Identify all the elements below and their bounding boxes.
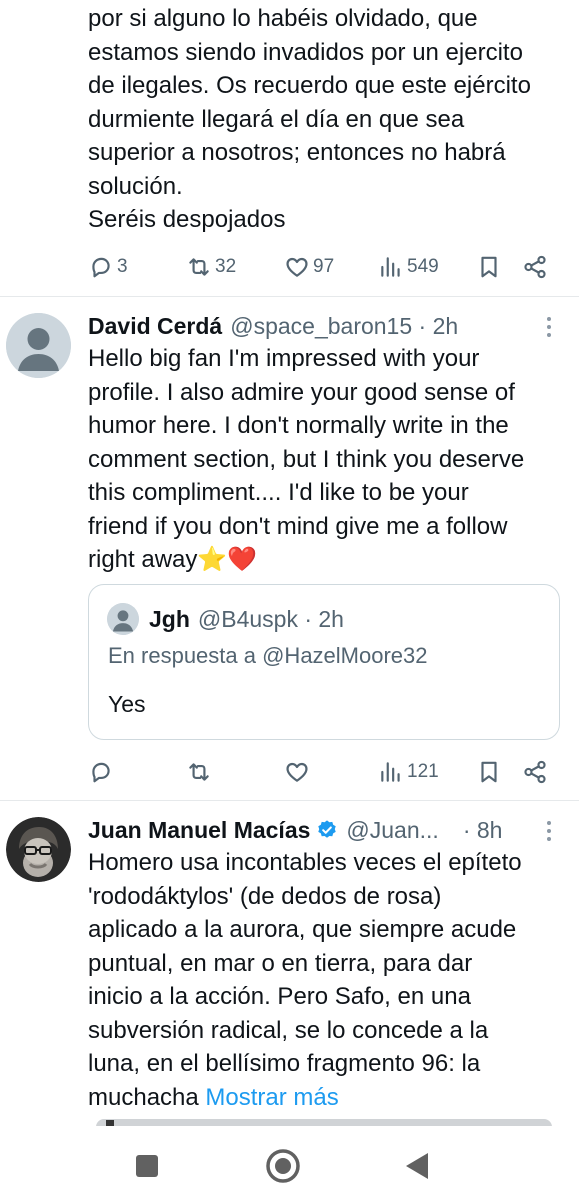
default-avatar-icon: [107, 603, 139, 635]
tweet-text: Hello big fan I'm impressed with your pr…: [88, 345, 525, 573]
reply-icon: [92, 762, 110, 783]
avatar[interactable]: [6, 313, 71, 378]
like-button[interactable]: 97: [284, 250, 334, 284]
tweet-header: Juan Manuel Macías @Juan... · 8h: [88, 815, 502, 845]
bookmark-button[interactable]: [476, 250, 502, 284]
like-icon: [286, 257, 308, 277]
views-icon: [381, 762, 400, 782]
bookmark-icon: [481, 256, 497, 278]
default-avatar-icon: [6, 313, 71, 378]
views-button[interactable]: 121: [378, 755, 439, 789]
system-navigation-bar: [0, 1126, 579, 1200]
quote-handle-and-time: @B4uspk · 2h: [197, 605, 344, 632]
tweet-2[interactable]: David Cerdá @space_baron15 · 2h Hello bi…: [0, 296, 579, 800]
views-count: 121: [407, 761, 439, 782]
back-triangle-icon[interactable]: [400, 1148, 436, 1184]
verified-badge-icon: [318, 820, 337, 838]
show-more-link[interactable]: Mostrar más: [205, 1084, 338, 1111]
tweet-text-content: Homero usa incontables veces el epíteto …: [88, 849, 522, 1111]
recents-square-icon[interactable]: [129, 1148, 165, 1184]
handle[interactable]: @Juan...: [346, 817, 438, 844]
bookmark-icon: [481, 761, 497, 783]
tweet-text: por si alguno lo habéis olvidado, que es…: [88, 5, 531, 233]
user-photo-avatar: [6, 817, 71, 882]
repost-count: 32: [215, 256, 237, 277]
home-circle-icon[interactable]: [265, 1148, 301, 1184]
share-button[interactable]: [522, 250, 548, 284]
tweet-actions: 121: [88, 755, 558, 789]
views-icon: [381, 257, 400, 277]
share-icon: [524, 760, 546, 784]
quote-avatar: [107, 603, 139, 635]
display-name[interactable]: David Cerdá: [88, 313, 222, 340]
quote-header: Jgh @B4uspk · 2h: [107, 603, 344, 635]
views-button[interactable]: 549: [378, 250, 439, 284]
more-icon[interactable]: [545, 819, 553, 843]
display-name[interactable]: Juan Manuel Macías: [88, 817, 310, 844]
reply-count: 3: [117, 256, 128, 277]
repost-icon: [189, 258, 209, 276]
tweet-actions: 3 32 97 549: [88, 250, 558, 284]
share-icon: [524, 255, 546, 279]
reply-icon: [92, 257, 110, 278]
tweet-header: David Cerdá @space_baron15 · 2h: [88, 311, 458, 341]
share-button[interactable]: [522, 755, 548, 789]
bookmark-button[interactable]: [476, 755, 502, 789]
repost-icon: [189, 763, 209, 781]
reply-button[interactable]: 3: [88, 250, 128, 284]
quote-text: Yes: [108, 691, 146, 717]
tweet-1[interactable]: por si alguno lo habéis olvidado, que es…: [0, 0, 579, 296]
repost-button[interactable]: [186, 755, 212, 789]
views-count: 549: [407, 256, 439, 277]
more-icon[interactable]: [545, 315, 553, 339]
like-button[interactable]: [284, 755, 310, 789]
tweet-time: · 8h: [462, 816, 503, 843]
quote-reply-context: En respuesta a @HazelMoore32: [108, 643, 428, 668]
reply-button[interactable]: [88, 755, 114, 789]
quoted-tweet[interactable]: Jgh @B4uspk · 2h En respuesta a @HazelMo…: [88, 584, 560, 740]
tweet-3[interactable]: Juan Manuel Macías @Juan... · 8h Homero …: [0, 800, 579, 1127]
like-count: 97: [313, 256, 335, 277]
tweet-text: Homero usa incontables veces el epíteto …: [88, 846, 558, 1114]
handle-and-time[interactable]: @space_baron15 · 2h: [230, 313, 458, 340]
repost-button[interactable]: 32: [186, 250, 236, 284]
quote-display-name: Jgh: [149, 605, 190, 632]
like-icon: [286, 762, 308, 782]
avatar[interactable]: [6, 817, 71, 882]
